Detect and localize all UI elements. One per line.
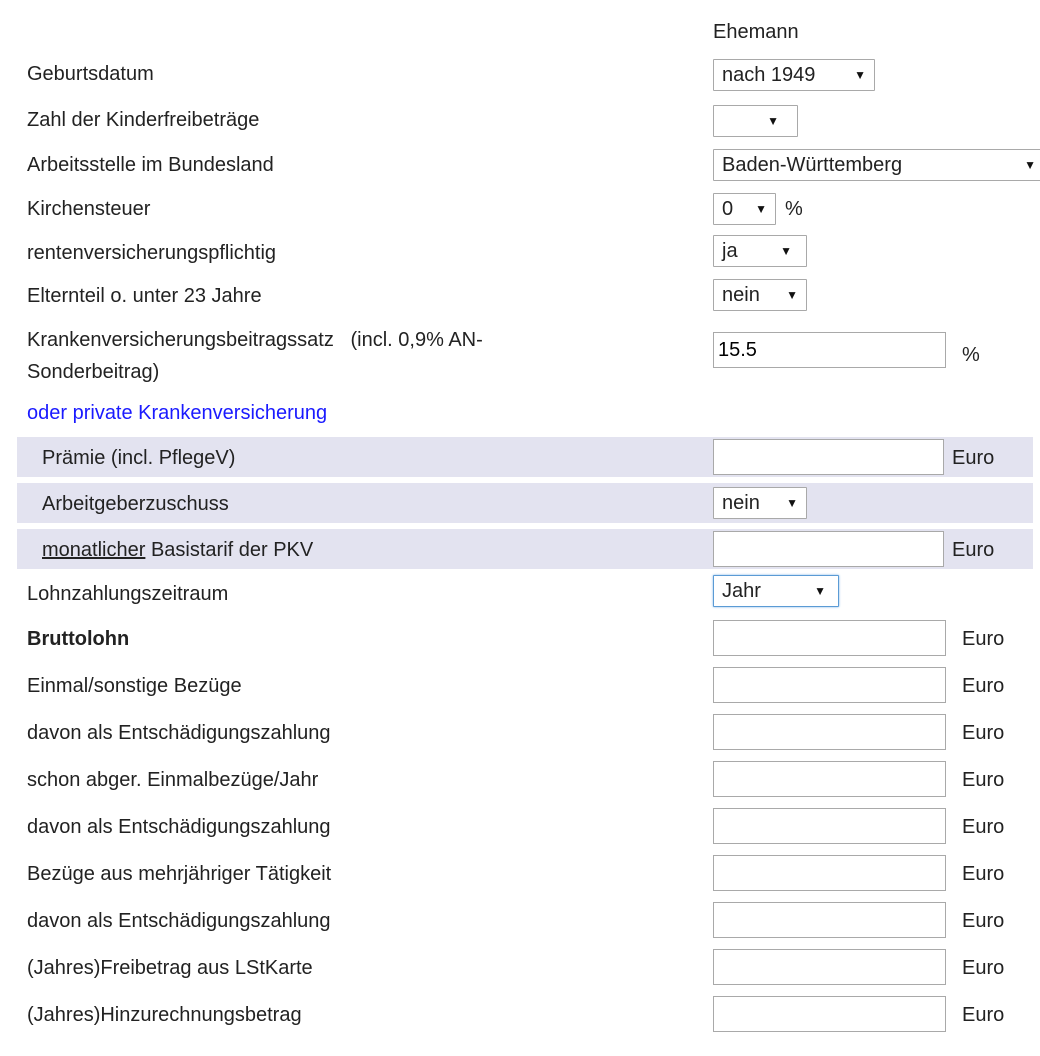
bruttolohn-input[interactable] <box>713 620 946 656</box>
bruttolohn-unit: Euro <box>962 628 1005 650</box>
freibetrag-input[interactable] <box>713 949 946 985</box>
label-basistarif-rest: Basistarif der PKV <box>145 539 314 561</box>
mehrjaehrig-input[interactable] <box>713 855 946 891</box>
geburtsdatum-value: nach 1949 <box>722 64 816 86</box>
hinzurechnung-unit: Euro <box>962 1004 1005 1026</box>
abger-einmalbezuege-input[interactable] <box>713 761 946 797</box>
rentenversicherung-value: ja <box>722 240 738 262</box>
chevron-down-icon: ▼ <box>755 202 767 216</box>
chevron-down-icon: ▼ <box>814 584 826 598</box>
label-einmal-bezuege: Einmal/sonstige Bezüge <box>27 675 242 697</box>
chevron-down-icon: ▼ <box>767 114 779 128</box>
basistarif-unit: Euro <box>952 539 995 561</box>
basistarif-input[interactable] <box>713 531 944 567</box>
bundesland-select[interactable]: Baden-Württemberg ▼ <box>713 149 1040 181</box>
arbeitgeberzuschuss-value: nein <box>722 492 760 514</box>
entschaedigung-1-input[interactable] <box>713 714 946 750</box>
praemie-unit: Euro <box>952 447 995 469</box>
label-kinderfreibetraege: Zahl der Kinderfreibeträge <box>27 109 260 131</box>
kirchensteuer-value: 0 <box>722 198 734 220</box>
label-hinzurechnung: (Jahres)Hinzurechnungsbetrag <box>27 1004 302 1026</box>
lohnzahlungszeitraum-value: Jahr <box>722 580 761 602</box>
label-geburtsdatum: Geburtsdatum <box>27 63 154 85</box>
krankenversicherung-input[interactable] <box>713 332 946 368</box>
einmal-bezuege-unit: Euro <box>962 675 1005 697</box>
label-basistarif-underlined: monatlicher <box>42 539 146 561</box>
label-krankenversicherung-line1: Krankenversicherungsbeitragssatz (incl. … <box>27 329 483 351</box>
entschaedigung-2-input[interactable] <box>713 808 946 844</box>
chevron-down-icon: ▼ <box>854 68 866 82</box>
label-rentenversicherung: rentenversicherungspflichtig <box>27 242 277 264</box>
label-entschaedigung-3: davon als Entschädigungszahlung <box>27 910 331 932</box>
abger-einmalbezuege-unit: Euro <box>962 769 1005 791</box>
chevron-down-icon: ▼ <box>786 496 798 510</box>
entschaedigung-1-unit: Euro <box>962 722 1005 744</box>
elternteil-select[interactable]: nein ▼ <box>713 279 807 311</box>
chevron-down-icon: ▼ <box>1024 158 1036 172</box>
entschaedigung-3-input[interactable] <box>713 902 946 938</box>
elternteil-value: nein <box>722 284 760 306</box>
column-header-ehemann: Ehemann <box>713 21 799 43</box>
label-lohnzahlungszeitraum: Lohnzahlungszeitraum <box>27 583 229 605</box>
einmal-bezuege-input[interactable] <box>713 667 946 703</box>
krankenversicherung-unit: % <box>962 344 980 366</box>
mehrjaehrig-unit: Euro <box>962 863 1005 885</box>
kirchensteuer-select[interactable]: 0 ▼ <box>713 193 776 225</box>
label-entschaedigung-2: davon als Entschädigungszahlung <box>27 816 331 838</box>
label-freibetrag: (Jahres)Freibetrag aus LStKarte <box>27 957 313 979</box>
chevron-down-icon: ▼ <box>780 244 792 258</box>
entschaedigung-3-unit: Euro <box>962 910 1005 932</box>
label-basistarif: monatlicher Basistarif der PKV <box>42 538 313 562</box>
label-abger-einmalbezuege: schon abger. Einmalbezüge/Jahr <box>27 769 319 791</box>
rentenversicherung-select[interactable]: ja ▼ <box>713 235 807 267</box>
praemie-input[interactable] <box>713 439 944 475</box>
label-bruttolohn: Bruttolohn <box>27 628 130 650</box>
label-kirchensteuer: Kirchensteuer <box>27 198 151 220</box>
kinderfreibetraege-select[interactable]: ▼ <box>713 105 798 137</box>
lohnzahlungszeitraum-select[interactable]: Jahr ▼ <box>713 575 839 607</box>
label-mehrjaehrig: Bezüge aus mehrjähriger Tätigkeit <box>27 863 332 885</box>
label-elternteil: Elternteil o. unter 23 Jahre <box>27 285 262 307</box>
entschaedigung-2-unit: Euro <box>962 816 1005 838</box>
private-kv-link[interactable]: oder private Krankenversicherung <box>27 401 327 425</box>
label-krankenversicherung-line2: Sonderbeitrag) <box>27 361 160 383</box>
freibetrag-unit: Euro <box>962 957 1005 979</box>
chevron-down-icon: ▼ <box>786 288 798 302</box>
label-bundesland: Arbeitsstelle im Bundesland <box>27 154 274 176</box>
bundesland-value: Baden-Württemberg <box>722 154 903 176</box>
label-arbeitgeberzuschuss: Arbeitgeberzuschuss <box>42 493 229 515</box>
hinzurechnung-input[interactable] <box>713 996 946 1032</box>
label-entschaedigung-1: davon als Entschädigungszahlung <box>27 722 331 744</box>
label-praemie: Prämie (incl. PflegeV) <box>42 447 236 469</box>
geburtsdatum-select[interactable]: nach 1949 ▼ <box>713 59 875 91</box>
arbeitgeberzuschuss-select[interactable]: nein ▼ <box>713 487 807 519</box>
kirchensteuer-unit: % <box>785 198 803 220</box>
